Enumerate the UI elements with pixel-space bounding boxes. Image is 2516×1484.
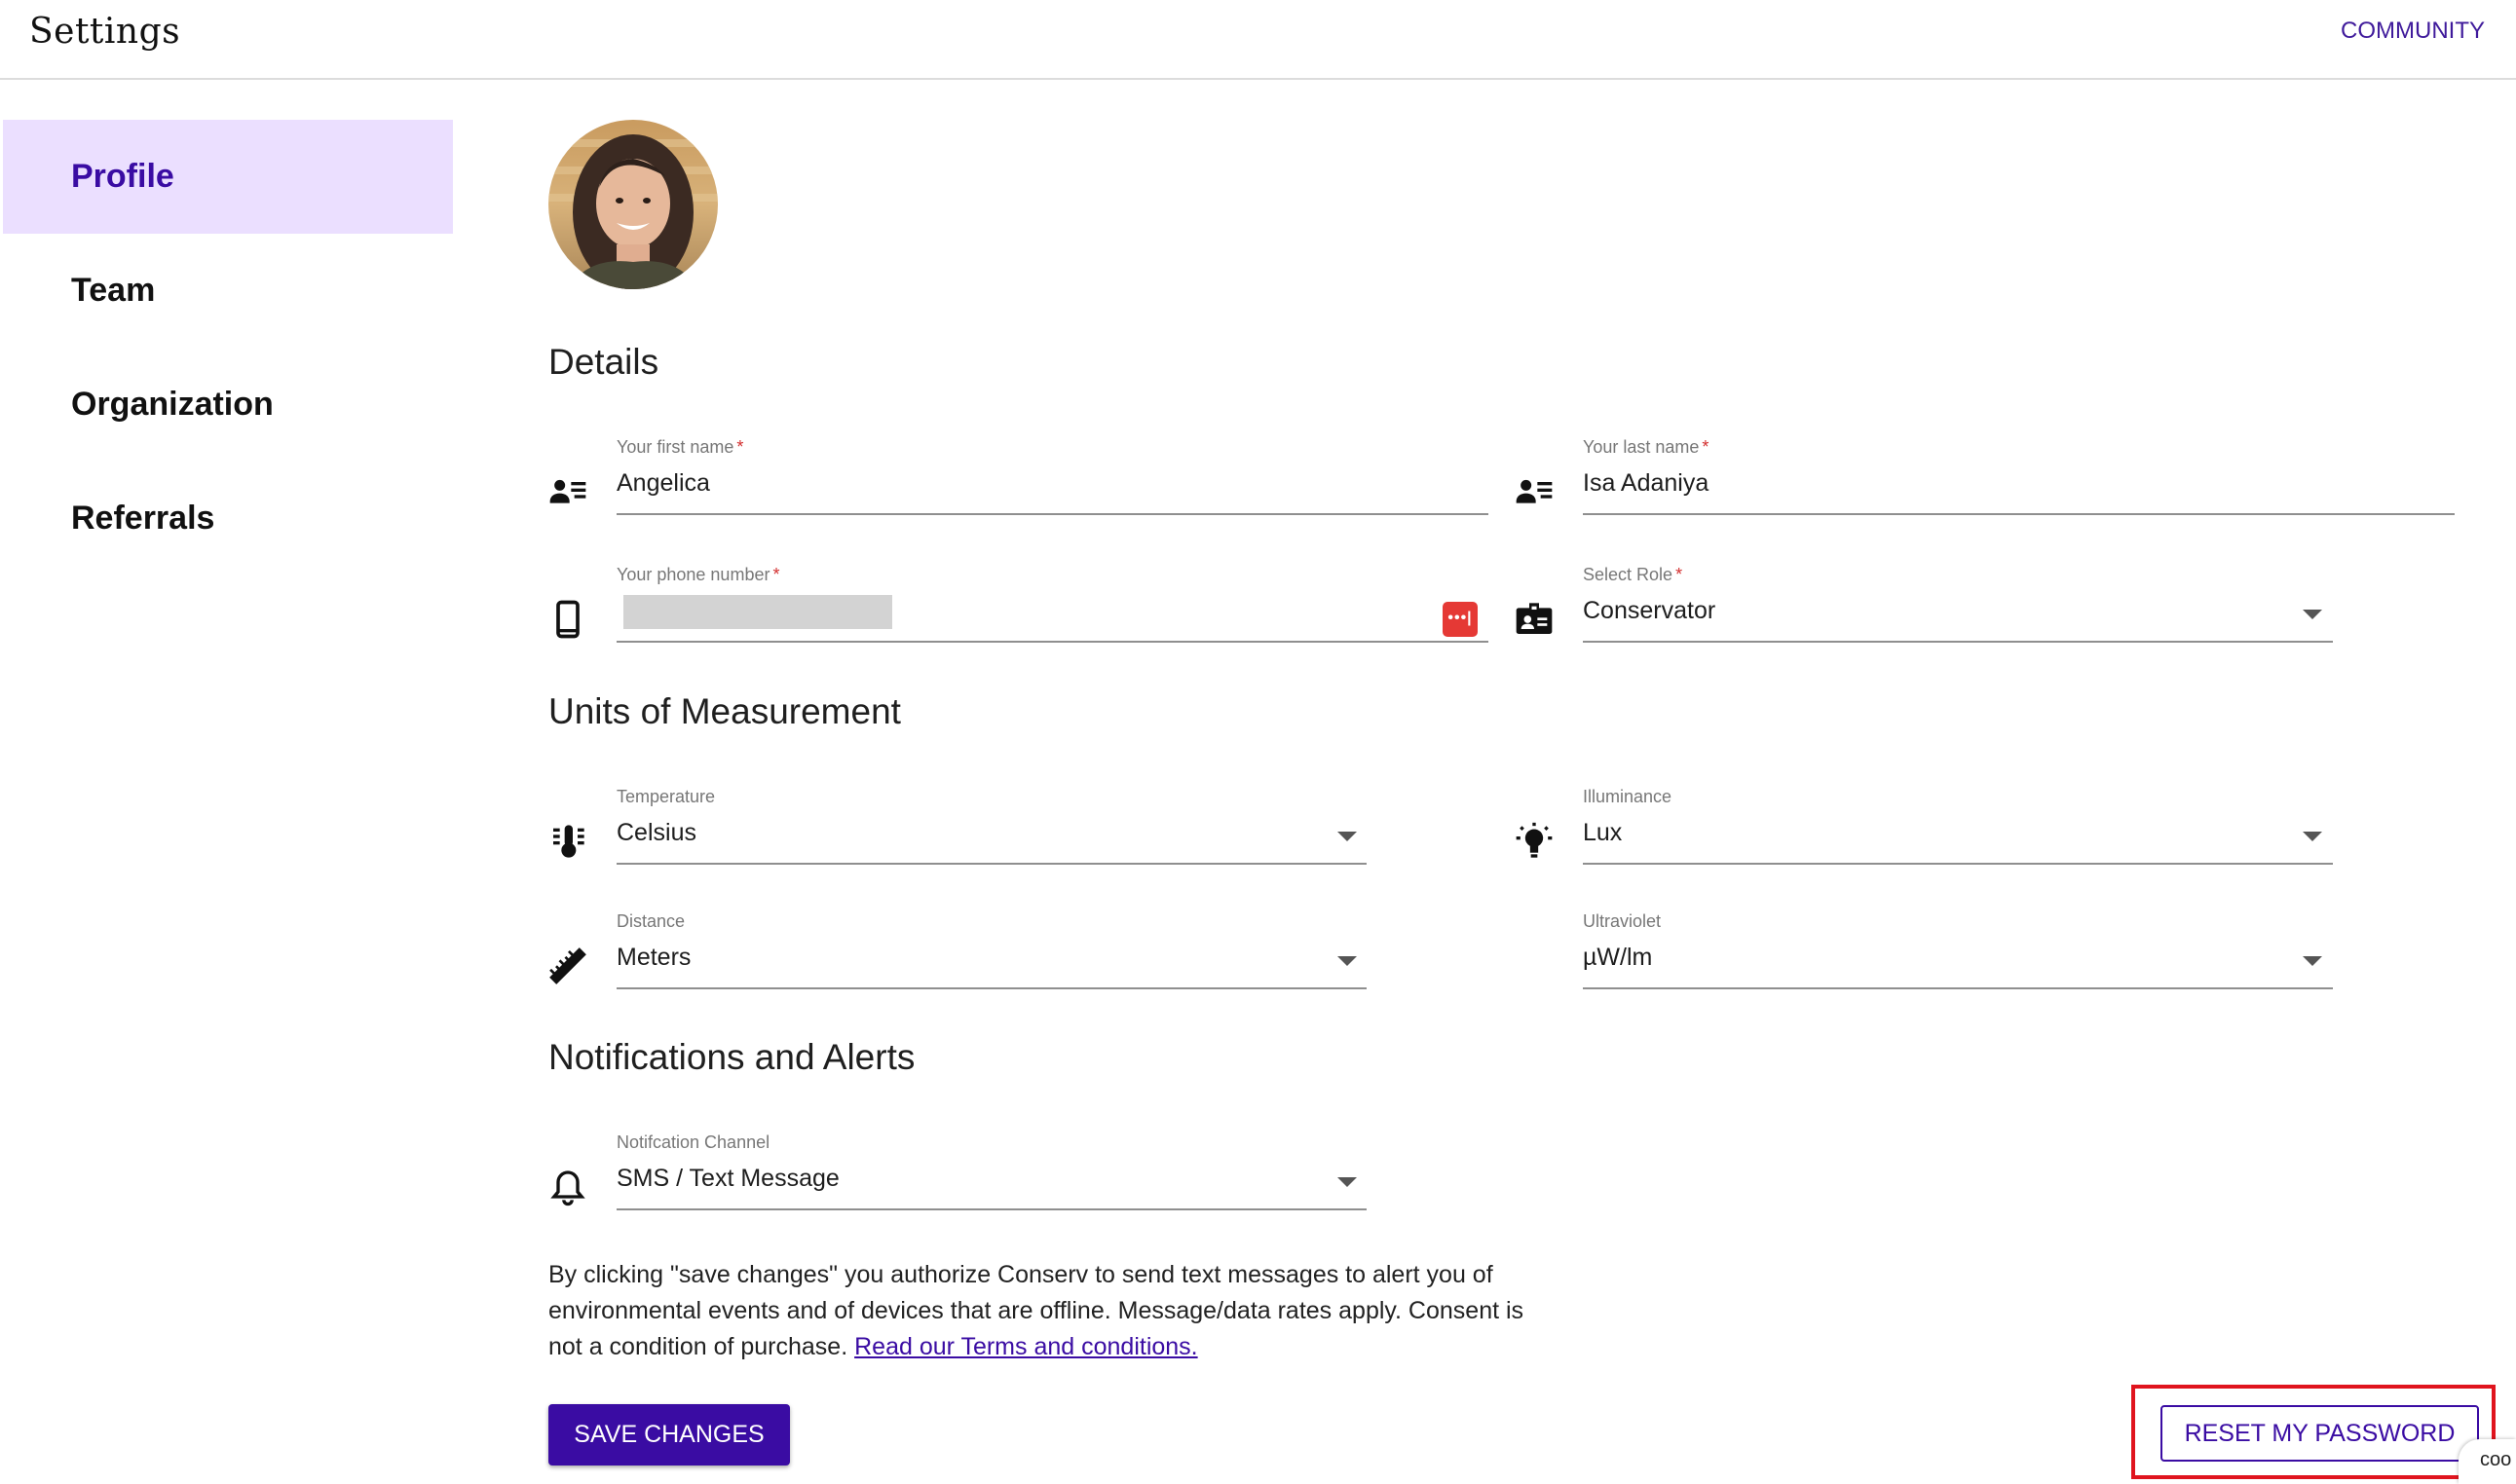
- page-title: Settings: [29, 12, 181, 52]
- phone-label: Your phone number *: [617, 565, 780, 584]
- distance-label: Distance: [617, 911, 686, 931]
- bell-icon: [548, 1168, 587, 1206]
- terms-link[interactable]: Read our Terms and conditions.: [854, 1333, 1198, 1360]
- contact-card-icon: [548, 472, 587, 511]
- role-select[interactable]: Select Role * Conservator: [1515, 565, 2458, 645]
- distance-select[interactable]: Distance Meters: [548, 911, 1371, 991]
- distance-value: Meters: [617, 944, 692, 971]
- temperature-underline: [617, 863, 1367, 865]
- ultraviolet-label: Ultraviolet: [1583, 911, 1662, 931]
- notification-channel-underline: [617, 1208, 1367, 1210]
- role-value: Conservator: [1583, 597, 1716, 624]
- consent-text: By clicking "save changes" you authorize…: [548, 1257, 1532, 1365]
- chevron-down-icon[interactable]: [2303, 956, 2322, 966]
- details-title: Details: [548, 342, 659, 382]
- avatar[interactable]: [548, 120, 718, 289]
- temperature-value: Celsius: [617, 819, 696, 846]
- chevron-down-icon[interactable]: [1337, 832, 1357, 841]
- first-name-label: Your first name *: [617, 437, 744, 457]
- save-changes-button[interactable]: SAVE CHANGES: [548, 1404, 790, 1465]
- last-name-underline: [1583, 513, 2455, 515]
- ruler-icon: [548, 946, 587, 985]
- last-name-input[interactable]: Isa Adaniya: [1583, 469, 1709, 498]
- contact-card-icon: [1515, 472, 1554, 511]
- badge-id-icon: [1515, 600, 1554, 639]
- illuminance-underline: [1583, 863, 2333, 865]
- phone-field[interactable]: Your phone number * •••|: [548, 565, 1488, 645]
- lightbulb-icon: [1515, 822, 1554, 861]
- chevron-down-icon[interactable]: [1337, 1177, 1357, 1187]
- chevron-down-icon[interactable]: [2303, 832, 2322, 841]
- sidebar: Profile Team Organization Referrals: [3, 120, 453, 575]
- ultraviolet-underline: [1583, 987, 2333, 989]
- chevron-down-icon[interactable]: [2303, 610, 2322, 619]
- last-name-field[interactable]: Your last name * Isa Adaniya: [1515, 437, 2458, 517]
- sidebar-item-referrals[interactable]: Referrals: [3, 462, 453, 575]
- thermometer-icon: [548, 822, 587, 861]
- sidebar-item-organization[interactable]: Organization: [3, 348, 453, 462]
- illuminance-label: Illuminance: [1583, 787, 1672, 806]
- illuminance-value: Lux: [1583, 819, 1623, 846]
- cookie-chip[interactable]: coo: [2459, 1439, 2516, 1484]
- first-name-underline: [617, 513, 1488, 515]
- sidebar-item-team[interactable]: Team: [3, 234, 453, 348]
- notifications-title: Notifications and Alerts: [548, 1037, 916, 1077]
- phone-underline: [617, 641, 1488, 643]
- notification-channel-label: Notifcation Channel: [617, 1132, 770, 1152]
- role-underline: [1583, 641, 2333, 643]
- password-manager-icon[interactable]: •••|: [1443, 602, 1478, 637]
- last-name-label: Your last name *: [1583, 437, 1709, 457]
- distance-underline: [617, 987, 1367, 989]
- chevron-down-icon[interactable]: [1337, 956, 1357, 966]
- phone-input[interactable]: [623, 595, 892, 629]
- ultraviolet-value: µW/lm: [1583, 944, 1653, 971]
- ultraviolet-select[interactable]: Ultraviolet µW/lm: [1515, 911, 2338, 991]
- first-name-input[interactable]: Angelica: [617, 469, 710, 498]
- smartphone-icon: [548, 600, 587, 639]
- community-link[interactable]: COMMUNITY: [2341, 18, 2485, 45]
- units-title: Units of Measurement: [548, 691, 901, 731]
- notification-channel-value: SMS / Text Message: [617, 1165, 840, 1192]
- top-bar: Settings COMMUNITY: [0, 0, 2516, 80]
- reset-password-button[interactable]: RESET MY PASSWORD: [2160, 1405, 2479, 1462]
- role-label: Select Role *: [1583, 565, 1683, 584]
- first-name-field[interactable]: Your first name * Angelica: [548, 437, 1488, 517]
- illuminance-select[interactable]: Illuminance Lux: [1515, 787, 2338, 867]
- sidebar-item-profile[interactable]: Profile: [3, 120, 453, 234]
- notification-channel-select[interactable]: Notifcation Channel SMS / Text Message: [548, 1132, 1371, 1212]
- temperature-label: Temperature: [617, 787, 716, 806]
- temperature-select[interactable]: Temperature Celsius: [548, 787, 1371, 867]
